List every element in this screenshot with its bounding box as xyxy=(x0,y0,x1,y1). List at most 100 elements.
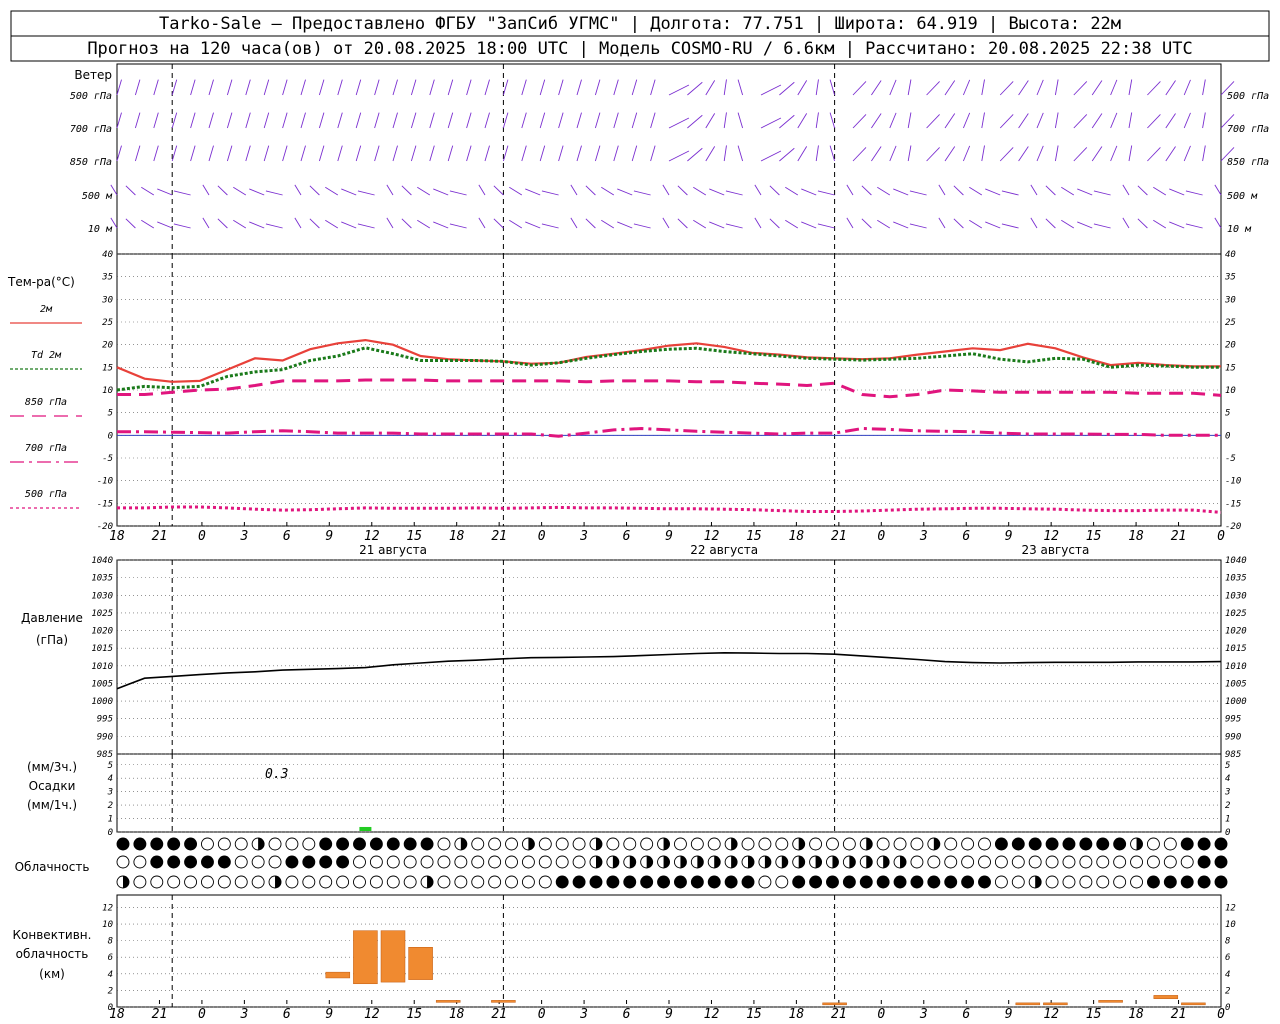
cloud-cover-half xyxy=(731,838,738,850)
wind-barb xyxy=(1122,184,1130,196)
wind-barb xyxy=(233,186,247,196)
x-tick-label: 15 xyxy=(746,529,762,544)
precip-ytick-right: 1 xyxy=(1225,815,1230,825)
pressure-ytick-right: 1025 xyxy=(1225,609,1247,619)
wind-barb xyxy=(723,145,727,162)
wind-barb xyxy=(190,112,196,129)
wind-barb xyxy=(668,84,690,96)
wind-barb xyxy=(208,145,214,162)
precip-ytick-left: 2 xyxy=(108,801,113,811)
x-tick-label: 12 xyxy=(1043,1007,1059,1022)
pressure-ytick-right: 1040 xyxy=(1225,556,1247,566)
cloud-cover-circle xyxy=(319,875,333,889)
cloud-cover-circle xyxy=(386,855,400,869)
wind-barb xyxy=(429,145,435,162)
cloud-cover-circle xyxy=(454,875,468,889)
wind-barb xyxy=(633,190,651,196)
wind-barb xyxy=(245,145,251,162)
wind-barb xyxy=(171,145,178,162)
x-tick-label: 18 xyxy=(1128,1007,1144,1022)
wind-barb xyxy=(944,146,956,162)
wind-barb xyxy=(846,184,854,196)
wind-barb xyxy=(226,145,233,162)
wind-barb xyxy=(521,145,527,162)
cloud-cover-fill xyxy=(370,838,383,850)
wind-barb xyxy=(1073,81,1088,96)
wind-barb xyxy=(829,79,836,96)
temp-ytick-right: 15 xyxy=(1225,363,1236,373)
cloud-cover-fill xyxy=(556,876,569,888)
cloud-cover-half xyxy=(748,856,755,868)
wind-barb xyxy=(478,184,486,196)
cloud-cover-fill xyxy=(843,876,856,888)
wind-barb xyxy=(265,190,283,196)
temp-ytick-left: 10 xyxy=(102,386,113,396)
cloud-cover-circle xyxy=(251,855,265,869)
temp-legend-label: 850 гПа xyxy=(25,397,67,408)
wind-barb xyxy=(737,112,744,129)
wind-barb xyxy=(953,218,964,229)
x-tick-label: 9 xyxy=(665,1007,673,1022)
wind-barb xyxy=(401,218,412,229)
precip-panel xyxy=(116,753,1222,833)
cloud-cover-circle xyxy=(471,837,485,851)
wind-barb xyxy=(1018,146,1029,162)
wind-barb xyxy=(1128,145,1133,162)
x-tick-label: 3 xyxy=(919,1007,928,1022)
temp-series-line xyxy=(116,346,1221,392)
cloud-cover-circle xyxy=(201,875,214,889)
wind-barb xyxy=(245,112,251,129)
wind-barb xyxy=(157,221,173,229)
wind-barb xyxy=(116,145,122,162)
wind-barb xyxy=(815,79,819,96)
cloud-cover-circle xyxy=(1079,875,1093,889)
wind-barb xyxy=(576,112,582,129)
wind-barb xyxy=(999,81,1014,96)
cloud-cover-circle xyxy=(572,837,586,851)
wind-barb xyxy=(1045,185,1056,196)
wind-barb xyxy=(478,217,486,229)
cloud-cover-circle xyxy=(893,837,907,851)
wind-barb xyxy=(1061,186,1075,196)
x-tick-label: 12 xyxy=(364,529,380,544)
convective-bar xyxy=(491,1000,516,1003)
convective-bar xyxy=(353,930,378,985)
wind-barb xyxy=(944,80,956,96)
conv-ytick-right: 6 xyxy=(1225,953,1230,963)
wind-barb xyxy=(1054,145,1059,162)
wind-level-500hpa-right: 500 гПа xyxy=(1227,91,1269,102)
wind-barb xyxy=(521,112,527,129)
x-tick-label: 0 xyxy=(1217,529,1225,544)
wind-barb xyxy=(981,145,985,162)
cloud-cover-circle xyxy=(978,855,991,869)
x-tick-label: 3 xyxy=(239,1007,248,1022)
wind-barb xyxy=(541,190,559,196)
cloud-cover-half xyxy=(798,838,805,850)
pressure-ytick-right: 1035 xyxy=(1225,574,1247,584)
wind-barb xyxy=(570,217,578,229)
cloud-cover-fill xyxy=(910,876,923,888)
wind-barb xyxy=(392,112,398,129)
cloud-cover-circle xyxy=(1011,875,1025,889)
wind-barb xyxy=(594,79,601,96)
wind-barb xyxy=(985,221,1001,229)
cloud-cover-fill xyxy=(404,838,417,850)
cloud-cover-fill xyxy=(1198,876,1211,888)
cloud-cover-half xyxy=(629,856,636,868)
pressure-panel xyxy=(116,559,1222,755)
conv-ytick-left: 0 xyxy=(108,1003,113,1013)
cloud-cover-fill xyxy=(573,876,586,888)
cloud-cover-circle xyxy=(1045,875,1059,889)
date-label: 21 августа xyxy=(359,543,427,557)
cloud-cover-circle xyxy=(1163,837,1177,851)
wind-barb xyxy=(938,217,946,229)
pressure-ytick-left: 1020 xyxy=(91,627,113,637)
cloud-cover-fill xyxy=(302,856,315,868)
wind-barb xyxy=(613,145,619,162)
wind-barb xyxy=(962,145,971,162)
wind-barb xyxy=(466,79,472,96)
temp-ytick-right: 10 xyxy=(1225,386,1236,396)
convective-bar xyxy=(1015,1002,1041,1006)
wind-barb xyxy=(893,188,909,196)
cloud-cover-fill xyxy=(184,856,197,868)
